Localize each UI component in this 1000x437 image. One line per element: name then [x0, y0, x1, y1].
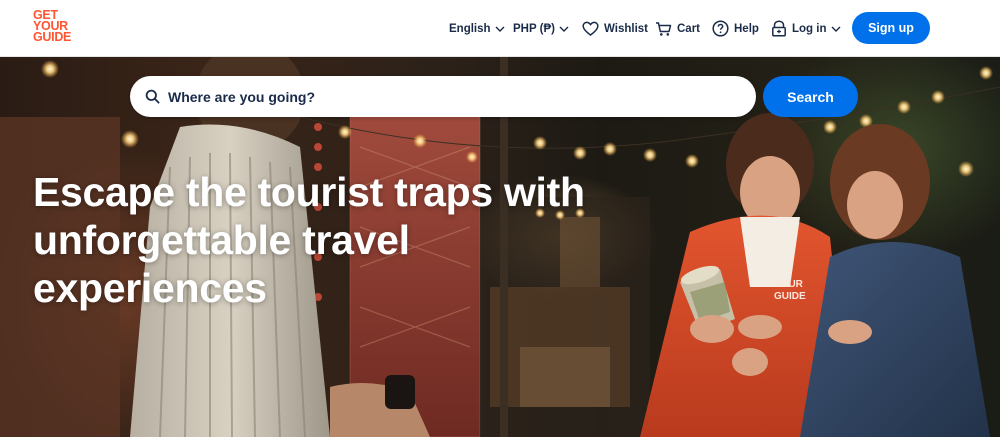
- login-icon: [772, 20, 786, 37]
- top-header: GET YOUR GUIDE English PHP (₱) Wishlist …: [0, 0, 1000, 57]
- wishlist-link[interactable]: Wishlist: [582, 0, 648, 57]
- search-bar: [130, 76, 756, 117]
- wishlist-label: Wishlist: [604, 22, 648, 35]
- chevron-down-icon: [831, 26, 840, 32]
- help-icon: [712, 20, 729, 37]
- logo-line-3: GUIDE: [33, 30, 72, 44]
- login-menu[interactable]: Log in: [771, 0, 842, 57]
- cart-link[interactable]: Cart: [655, 0, 700, 57]
- language-selector[interactable]: English: [449, 0, 506, 57]
- language-label: English: [449, 22, 491, 35]
- hero-banner: YOUR GUIDE Search Escape the tourist tra…: [0, 57, 1000, 437]
- login-label: Log in: [792, 22, 827, 35]
- destination-search-input[interactable]: [168, 76, 728, 117]
- currency-label: PHP (₱): [513, 22, 555, 35]
- help-link[interactable]: Help: [712, 0, 759, 57]
- chevron-down-icon: [495, 26, 505, 32]
- chevron-down-icon: [559, 26, 569, 32]
- search-button[interactable]: Search: [763, 76, 858, 117]
- cart-label: Cart: [677, 22, 701, 35]
- help-label: Help: [734, 22, 759, 35]
- signup-button[interactable]: Sign up: [852, 12, 930, 44]
- cart-icon: [656, 21, 672, 36]
- jacket-logo: YOUR: [774, 279, 804, 290]
- hero-headline: Escape the tourist traps with unforgetta…: [33, 169, 585, 311]
- heart-icon: [582, 21, 599, 36]
- svg-text:GUIDE: GUIDE: [774, 291, 806, 302]
- search-icon: [145, 89, 160, 104]
- getyourguide-logo[interactable]: GET YOUR GUIDE: [33, 9, 83, 44]
- currency-selector[interactable]: PHP (₱): [513, 0, 570, 57]
